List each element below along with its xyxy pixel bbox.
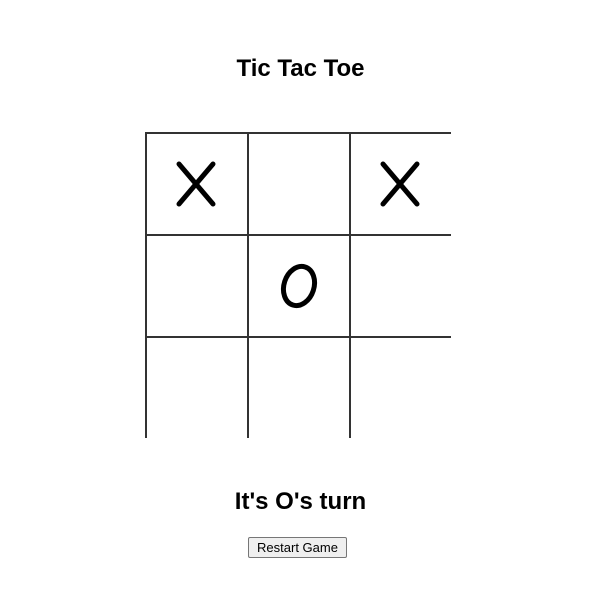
cell-value — [299, 184, 300, 185]
x-mark-icon — [380, 161, 420, 207]
o-mark-icon — [280, 263, 318, 309]
cell-value — [197, 388, 198, 389]
cell-value — [197, 286, 198, 287]
board-cell-2-0[interactable] — [147, 338, 247, 438]
cell-value — [299, 388, 300, 389]
cell-value — [401, 286, 402, 287]
cell-value — [401, 388, 402, 389]
board-cell-1-0[interactable] — [147, 236, 247, 336]
game-title: Tic Tac Toe — [236, 55, 365, 82]
board-cell-1-1[interactable]: O — [249, 236, 349, 336]
turn-status: It's O's turn — [234, 488, 367, 515]
board-cell-1-2[interactable] — [351, 236, 451, 336]
board-cell-0-0[interactable]: X — [147, 134, 247, 234]
x-mark-icon — [176, 161, 216, 207]
board-cell-0-1[interactable] — [249, 134, 349, 234]
game-board: X XO — [145, 132, 451, 438]
restart-game-button[interactable]: Restart Game — [248, 537, 347, 558]
board-cell-2-1[interactable] — [249, 338, 349, 438]
board-cell-0-2[interactable]: X — [351, 134, 451, 234]
board-cell-2-2[interactable] — [351, 338, 451, 438]
